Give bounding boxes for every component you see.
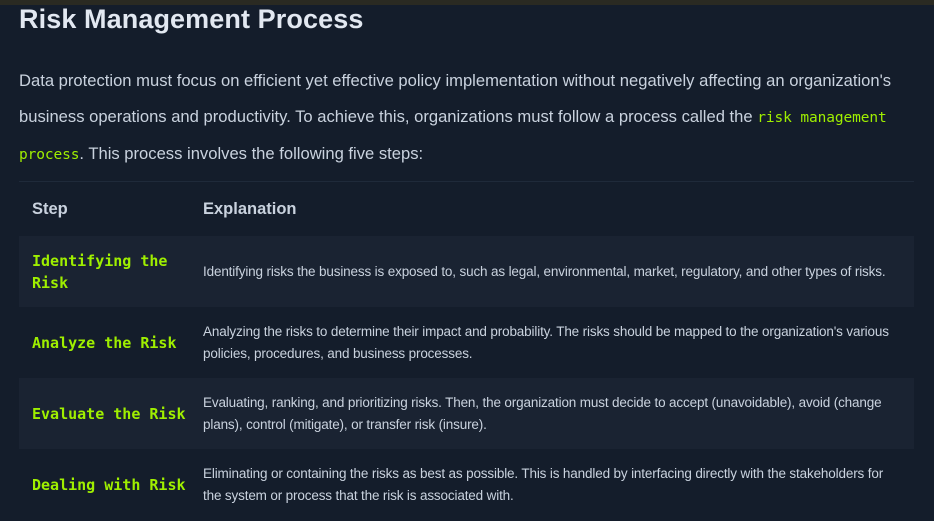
step-cell: Analyze the Risk [32, 333, 177, 352]
intro-paragraph: Data protection must focus on efficient … [19, 63, 914, 174]
explanation-cell: Evaluating, ranking, and prioritizing ri… [203, 394, 882, 432]
step-cell: Evaluate the Risk [32, 404, 186, 423]
table-row: Dealing with Risk Eliminating or contain… [19, 449, 914, 520]
section-title: Risk Management Process [19, 4, 364, 34]
table-header-row: Step Explanation [19, 182, 914, 237]
table-row: Evaluate the Risk Evaluating, ranking, a… [19, 378, 914, 449]
column-header-step: Step [32, 199, 68, 218]
column-header-explanation: Explanation [203, 199, 297, 218]
steps-table: Step Explanation Identifying the Risk Id… [19, 181, 914, 520]
explanation-cell: Identifying risks the business is expose… [203, 263, 886, 279]
table-row: Identifying the Risk Identifying risks t… [19, 236, 914, 307]
step-cell: Dealing with Risk [32, 475, 186, 494]
explanation-cell: Eliminating or containing the risks as b… [203, 465, 884, 503]
explanation-cell: Analyzing the risks to determine their i… [203, 323, 889, 361]
intro-text-after: . This process involves the following fi… [79, 144, 424, 163]
table-row: Analyze the Risk Analyzing the risks to … [19, 307, 914, 378]
step-cell: Identifying the Risk [32, 251, 168, 292]
